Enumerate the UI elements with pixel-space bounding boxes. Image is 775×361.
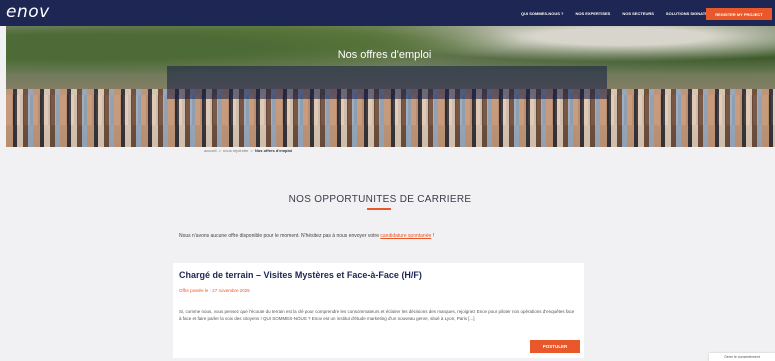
- job-description: Si, comme nous, vous pensez que l'écoute…: [179, 309, 575, 321]
- no-offer-text: Nous n'avons aucune offre disponible pou…: [179, 233, 381, 239]
- no-offer-suffix: !: [431, 233, 435, 239]
- job-title[interactable]: Chargé de terrain – Visites Mystères et …: [179, 270, 422, 280]
- menu-item-nos-secteurs[interactable]: NOS SECTEURS: [622, 11, 654, 16]
- cookie-consent-tab[interactable]: Gérer le consentement: [709, 353, 775, 361]
- spontaneous-application-link[interactable]: candidature spontanée: [380, 233, 431, 239]
- job-offer-card: Chargé de terrain – Visites Mystères et …: [173, 263, 584, 358]
- breadcrumb-join-us[interactable]: nous rejoindre: [223, 148, 248, 153]
- job-posted-date: Offre postée le : 27 novembre 2025: [179, 288, 250, 293]
- no-offer-message: Nous n'avons aucune offre disponible pou…: [179, 233, 434, 239]
- top-navigation-bar: enov QUI SOMMES-NOUS ? NOS EXPERTISES NO…: [0, 0, 775, 26]
- menu-item-nos-expertises[interactable]: NOS EXPERTISES: [575, 11, 610, 16]
- breadcrumb-current: Nos offres d'emploi: [254, 148, 293, 153]
- section-title: NOS OPPORTUNITES DE CARRIERE: [288, 194, 472, 205]
- title-underline: [367, 208, 391, 210]
- enov-logo[interactable]: enov: [6, 2, 50, 22]
- menu-item-qui-sommes-nous[interactable]: QUI SOMMES-NOUS ?: [521, 11, 563, 16]
- breadcrumb: accueil > nous rejoindre > Nos offres d'…: [204, 148, 293, 153]
- breadcrumb-home[interactable]: accueil: [204, 148, 216, 153]
- hero-title: Nos offres d'emploi: [337, 49, 432, 61]
- hero-title-overlay: [167, 66, 607, 99]
- hero-banner: [6, 26, 775, 147]
- register-project-button[interactable]: REGISTER MY PROJECT: [706, 8, 772, 20]
- main-menu: QUI SOMMES-NOUS ? NOS EXPERTISES NOS SEC…: [509, 0, 716, 26]
- apply-button[interactable]: POSTULER: [530, 340, 580, 353]
